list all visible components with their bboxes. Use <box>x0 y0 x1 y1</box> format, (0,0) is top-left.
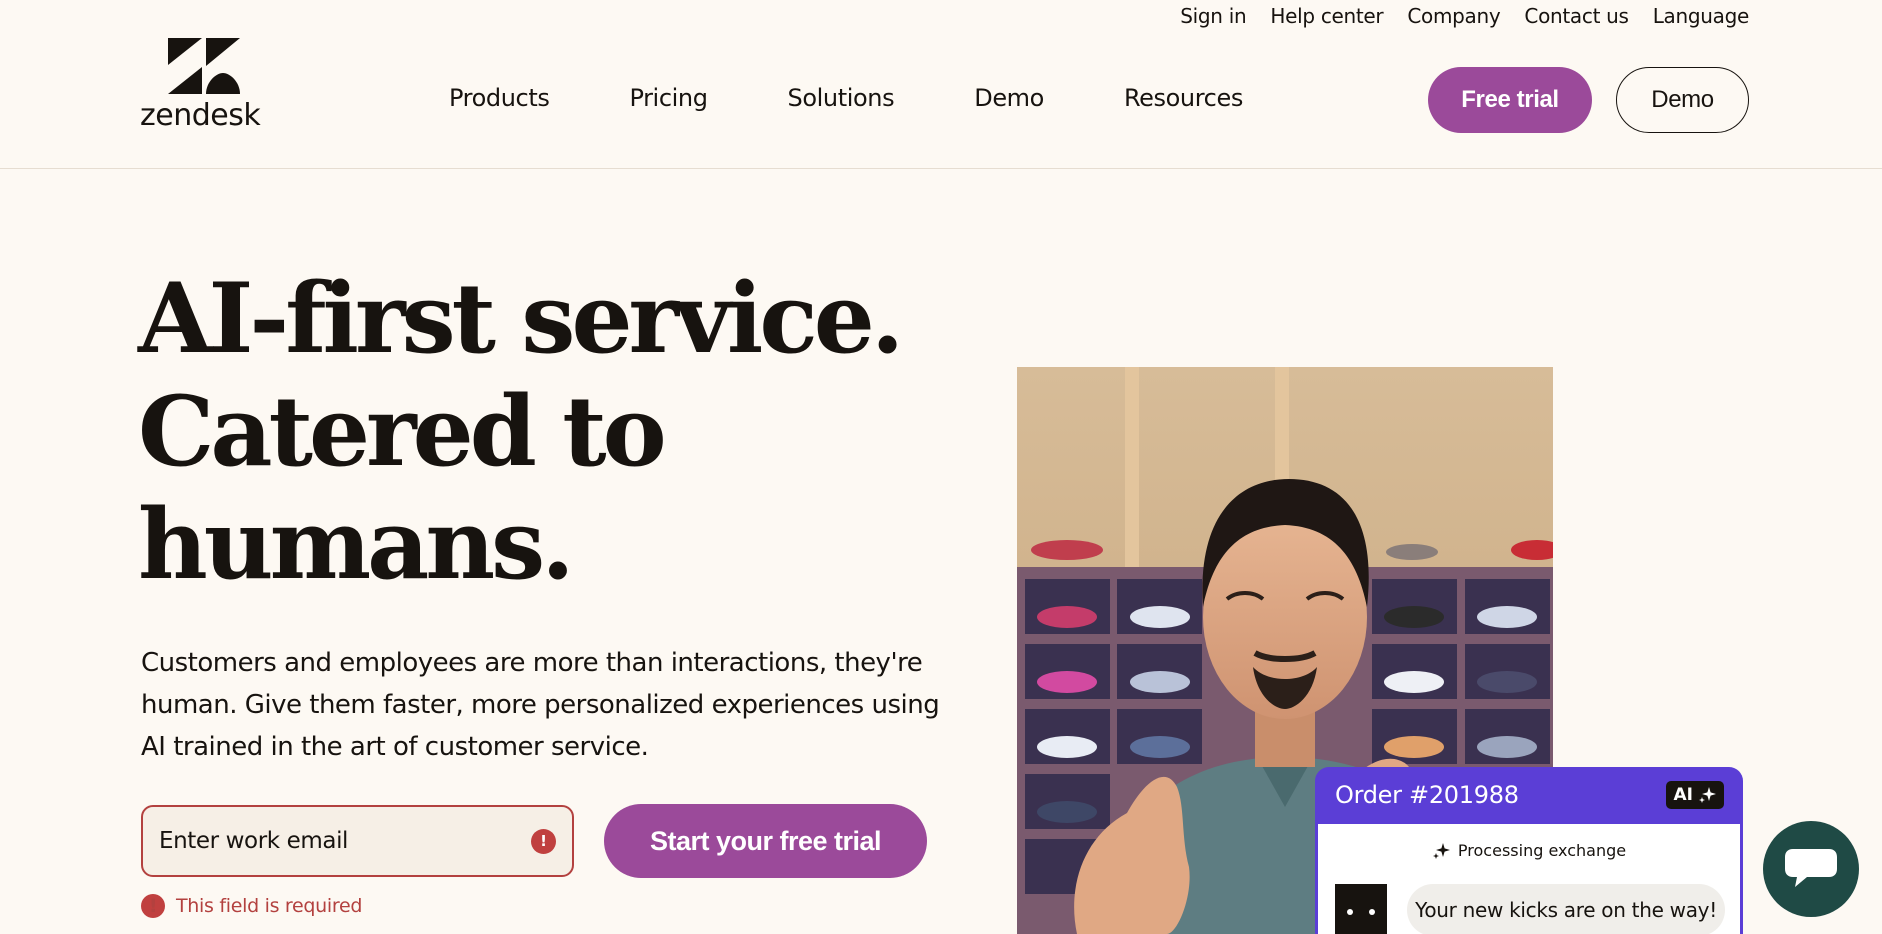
sparkle-icon <box>1432 842 1450 859</box>
order-card-body: Processing exchange Your new kicks are o… <box>1318 824 1740 934</box>
field-error-text: This field is required <box>176 895 363 917</box>
ai-badge: AI <box>1665 781 1724 809</box>
field-error-message: ! This field is required <box>141 894 362 918</box>
hero-headline-line: humans. <box>138 488 575 601</box>
zendesk-logo-mark-icon <box>168 38 240 94</box>
zendesk-logo[interactable]: zendesk <box>140 38 270 133</box>
hero-headline: AI-first service. Catered to humans. <box>138 262 904 601</box>
nav-item-products[interactable]: Products <box>449 84 550 112</box>
order-card-title: Order #201988 <box>1335 781 1519 809</box>
email-input[interactable] <box>159 828 531 854</box>
nav-item-demo[interactable]: Demo <box>974 84 1044 112</box>
order-card: Order #201988 AI Processing exchange You… <box>1315 767 1743 934</box>
main-nav: Products Pricing Solutions Demo Resource… <box>449 84 1243 112</box>
processing-status: Processing exchange <box>1318 841 1740 860</box>
site-header: zendesk Products Pricing Solutions Demo … <box>0 0 1882 169</box>
bot-avatar <box>1335 884 1387 934</box>
processing-status-text: Processing exchange <box>1457 841 1627 860</box>
chat-launcher-button[interactable] <box>1763 821 1859 917</box>
hero-headline-line: Catered to <box>138 375 667 488</box>
zendesk-wordmark: zendesk <box>140 98 261 133</box>
chat-bubble-icon <box>1785 849 1837 887</box>
nav-item-solutions[interactable]: Solutions <box>788 84 895 112</box>
free-trial-button[interactable]: Free trial <box>1428 67 1592 133</box>
start-free-trial-button[interactable]: Start your free trial <box>604 804 927 878</box>
hero-subtext: Customers and employees are more than in… <box>141 648 940 762</box>
ai-badge-label: AI <box>1673 785 1693 805</box>
chat-message-bubble: Your new kicks are on the way! <box>1407 884 1725 934</box>
nav-item-pricing[interactable]: Pricing <box>629 84 708 112</box>
hero-headline-line: AI-first service. <box>138 262 904 375</box>
error-icon: ! <box>141 894 165 918</box>
sparkle-icon <box>1699 787 1716 803</box>
demo-button[interactable]: Demo <box>1616 67 1749 133</box>
email-field-wrapper: ! <box>141 805 574 877</box>
order-card-header: Order #201988 AI <box>1315 767 1743 823</box>
nav-item-resources[interactable]: Resources <box>1124 84 1243 112</box>
error-icon: ! <box>531 828 556 854</box>
